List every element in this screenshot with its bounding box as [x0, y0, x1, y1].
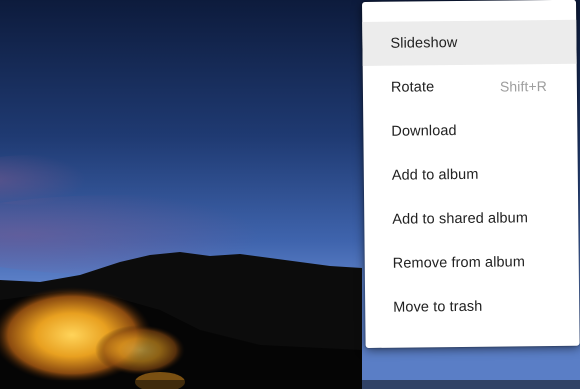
- menu-item-label: Slideshow: [390, 35, 458, 52]
- menu-item-label: Remove from album: [392, 254, 526, 272]
- keyboard-shortcut: Shift+R: [499, 78, 547, 95]
- menu-item-add-to-album[interactable]: Add to album: [364, 152, 578, 198]
- menu-item-remove-from-album[interactable]: Remove from album: [365, 240, 579, 286]
- menu-item-download[interactable]: Download: [363, 108, 577, 154]
- menu-item-slideshow[interactable]: Slideshow: [362, 19, 577, 66]
- menu-item-label: Add to shared album: [392, 210, 529, 228]
- menu-item-move-to-trash[interactable]: Move to trash: [365, 284, 579, 330]
- menu-item-label: Add to album: [391, 166, 479, 184]
- menu-item-label: Rotate: [390, 79, 435, 96]
- menu-item-add-to-shared-album[interactable]: Add to shared album: [364, 196, 578, 242]
- menu-item-label: Move to trash: [393, 298, 483, 316]
- context-menu: Slideshow Rotate Shift+R Download Add to…: [362, 0, 580, 348]
- menu-item-label: Download: [391, 123, 457, 140]
- photo-viewer: Slideshow Rotate Shift+R Download Add to…: [0, 0, 580, 389]
- menu-item-rotate[interactable]: Rotate Shift+R: [363, 64, 577, 110]
